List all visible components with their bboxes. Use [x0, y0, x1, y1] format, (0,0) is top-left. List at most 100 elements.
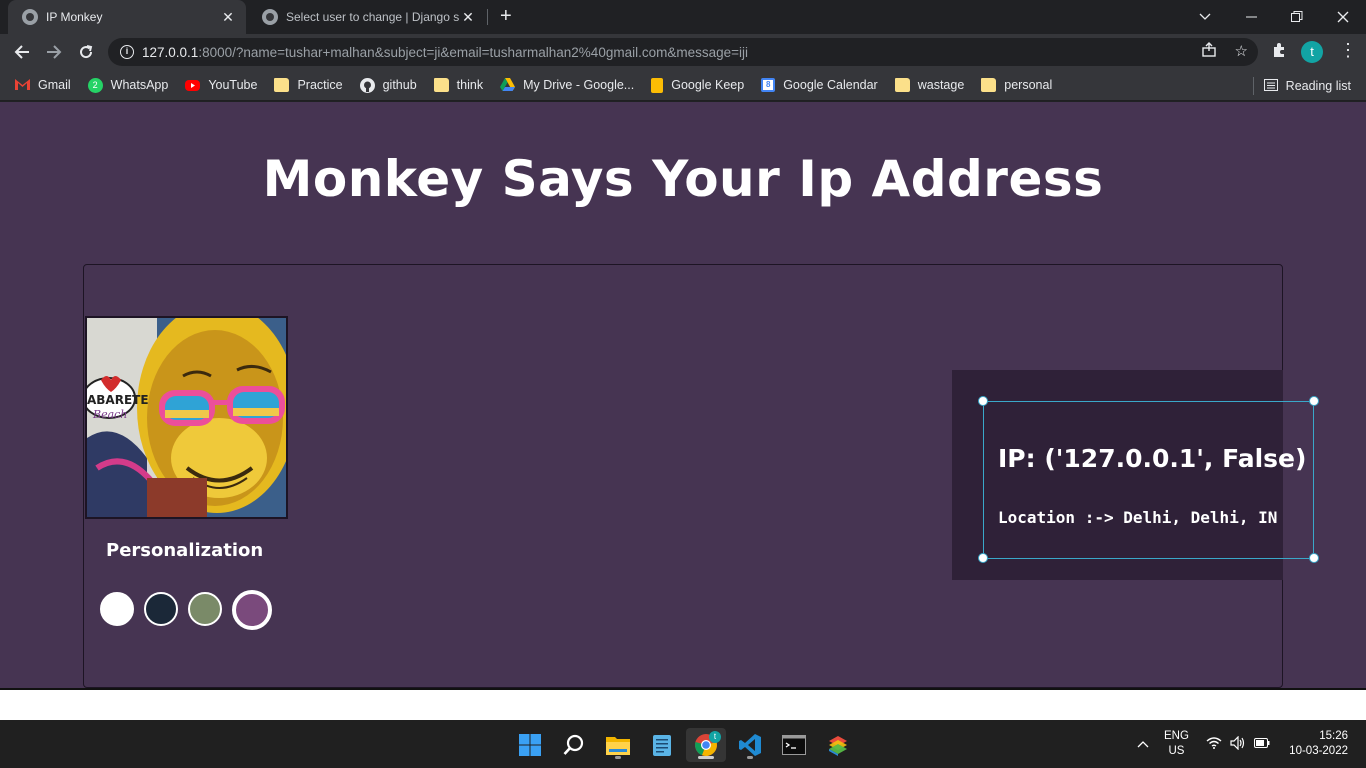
bookmark-youtube[interactable]: YouTube [185, 78, 257, 92]
search-icon[interactable] [554, 728, 594, 762]
region-label: US [1168, 745, 1185, 757]
reading-list-button[interactable]: Reading list [1252, 77, 1351, 95]
ip-address-text: IP: ('127.0.0.1', False) [998, 444, 1307, 473]
divider [1252, 77, 1254, 95]
input-language-indicator[interactable]: ENG US [1164, 720, 1189, 768]
tab-close-icon[interactable]: ✕ [220, 9, 236, 26]
new-tab-icon[interactable]: + [500, 5, 512, 28]
file-explorer-icon[interactable] [598, 728, 638, 762]
bookmark-github[interactable]: github [359, 77, 417, 93]
svg-text:Beach: Beach [92, 408, 127, 421]
tab-search-icon[interactable] [1182, 0, 1228, 34]
folder-icon [433, 78, 449, 92]
github-icon [359, 77, 375, 93]
forward-icon[interactable] [42, 40, 66, 64]
site-info-icon[interactable]: i [120, 45, 134, 59]
svg-text:ABARETE: ABARETE [87, 393, 149, 407]
extensions-icon[interactable] [1271, 42, 1287, 63]
back-icon[interactable] [10, 40, 34, 64]
bookmark-google-calendar[interactable]: 8 Google Calendar [761, 78, 878, 92]
page-viewport: Monkey Says Your Ip Address ABARETE Beac… [0, 102, 1366, 688]
browser-toolbar: i 127.0.0.1:8000/?name=tushar+malhan&sub… [0, 34, 1366, 70]
monkey-graffiti-image: ABARETE Beach [85, 316, 288, 519]
terminal-icon[interactable] [774, 728, 814, 762]
menu-kebab-icon[interactable]: ⋮ [1339, 40, 1357, 61]
bluestacks-icon[interactable] [818, 728, 858, 762]
page-footer-strip [0, 688, 1366, 720]
reading-list-icon [1263, 78, 1278, 94]
tab-title: Select user to change | Django si [286, 10, 460, 24]
gmail-icon [15, 78, 30, 92]
bookmark-label: Google Keep [671, 78, 745, 92]
bookmark-wastage[interactable]: wastage [894, 78, 965, 92]
restore-icon[interactable] [1274, 0, 1320, 34]
close-window-icon[interactable] [1320, 0, 1366, 34]
bookmark-label: wastage [917, 78, 965, 92]
tab-divider [487, 9, 488, 25]
bookmark-personal[interactable]: personal [981, 78, 1052, 92]
globe-icon [22, 9, 38, 25]
bookmark-star-icon[interactable]: ☆ [1235, 42, 1248, 62]
tab-strip: IP Monkey ✕ Select user to change | Djan… [0, 0, 1366, 34]
share-icon[interactable] [1201, 42, 1217, 62]
folder-icon [274, 78, 290, 92]
bookmark-label: Google Calendar [783, 78, 878, 92]
clock-time: 15:26 [1319, 730, 1348, 742]
bookmark-label: Practice [297, 78, 343, 92]
notepad-icon[interactable] [642, 728, 682, 762]
youtube-icon [185, 79, 201, 91]
show-hidden-icons-chevron-up-icon[interactable] [1137, 720, 1149, 768]
reading-list-label: Reading list [1285, 79, 1351, 93]
running-indicator [698, 756, 714, 759]
bookmarks-bar: Gmail 2 WhatsApp YouTube Practice github… [0, 70, 1366, 101]
clock[interactable]: 15:26 10-03-2022 [1284, 720, 1348, 768]
resize-handle-bottom-right[interactable] [1309, 553, 1319, 563]
tab-django-admin[interactable]: Select user to change | Django si ✕ [248, 0, 486, 34]
selection-frame[interactable] [983, 401, 1314, 559]
start-icon[interactable] [510, 728, 550, 762]
bookmark-think[interactable]: think [433, 78, 484, 92]
chrome-profile-badge: t [709, 731, 721, 743]
language-label: ENG [1164, 730, 1189, 742]
bookmark-label: think [456, 78, 484, 92]
theme-swatch-sage[interactable] [188, 592, 222, 626]
bookmark-gmail[interactable]: Gmail [15, 78, 71, 92]
theme-swatch-navy[interactable] [144, 592, 178, 626]
url-host: 127.0.0.1 [142, 44, 199, 60]
bookmark-label: github [382, 78, 417, 92]
address-bar[interactable]: i 127.0.0.1:8000/?name=tushar+malhan&sub… [108, 38, 1258, 66]
system-tray-quick-settings[interactable] [1206, 720, 1270, 768]
bookmark-label: My Drive - Google... [523, 78, 635, 92]
google-drive-icon [500, 78, 516, 92]
resize-handle-top-left[interactable] [978, 396, 988, 406]
bookmark-google-keep[interactable]: Google Keep [651, 77, 745, 93]
bookmark-whatsapp[interactable]: 2 WhatsApp [87, 77, 169, 93]
reload-icon[interactable] [74, 40, 98, 64]
profile-avatar[interactable]: t [1301, 41, 1323, 63]
minimize-icon[interactable] [1228, 0, 1274, 34]
google-calendar-icon: 8 [761, 78, 776, 92]
folder-icon [894, 78, 910, 92]
whatsapp-icon: 2 [87, 77, 103, 93]
tab-title: IP Monkey [46, 10, 103, 24]
resize-handle-top-right[interactable] [1309, 396, 1319, 406]
theme-swatch-white[interactable] [100, 592, 134, 626]
bookmark-my-drive[interactable]: My Drive - Google... [500, 78, 634, 92]
personalization-heading: Personalization [106, 540, 264, 561]
resize-handle-bottom-left[interactable] [978, 553, 988, 563]
folder-icon [981, 78, 997, 92]
bookmark-label: WhatsApp [110, 78, 169, 92]
volume-icon [1230, 735, 1246, 753]
battery-icon [1254, 737, 1270, 751]
page-title: Monkey Says Your Ip Address [262, 150, 1104, 208]
windows-taskbar: t ENG US 15:26 10-03-2022 [0, 720, 1366, 768]
chrome-icon[interactable]: t [686, 728, 726, 762]
location-text: Location :-> Delhi, Delhi, IN [998, 508, 1278, 527]
vscode-icon[interactable] [730, 728, 770, 762]
tab-close-icon[interactable]: ✕ [460, 9, 476, 26]
tab-ip-monkey[interactable]: IP Monkey ✕ [8, 0, 246, 34]
bookmark-practice[interactable]: Practice [274, 78, 343, 92]
clock-date: 10-03-2022 [1289, 745, 1348, 757]
theme-swatch-plum-selected[interactable] [232, 590, 272, 630]
google-keep-icon [651, 77, 664, 93]
